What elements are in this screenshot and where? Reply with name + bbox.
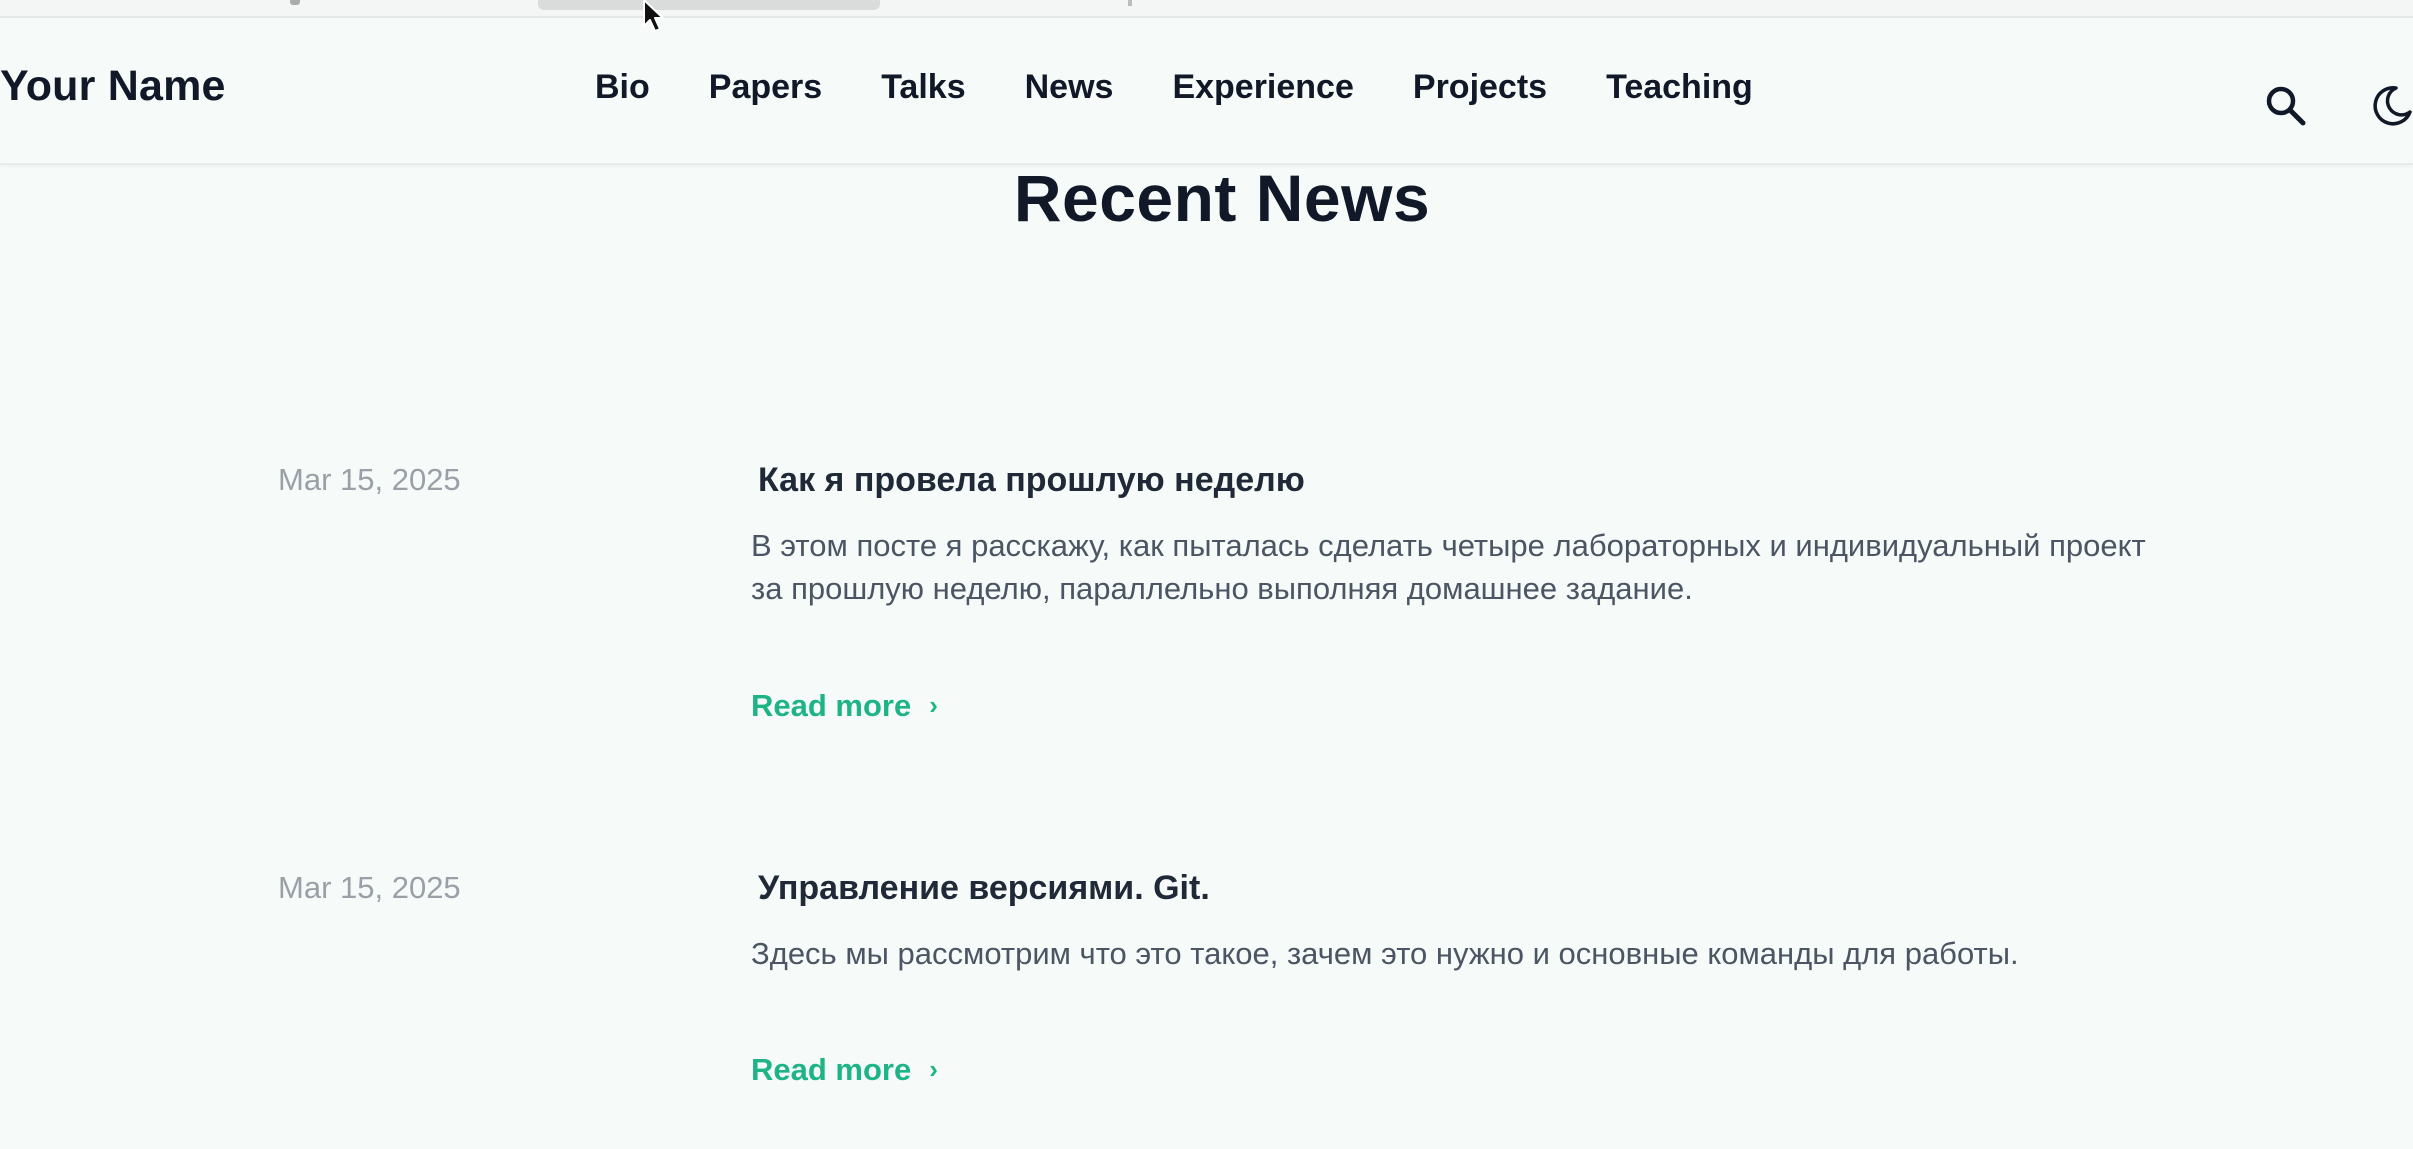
nav-experience[interactable]: Experience <box>1172 68 1353 107</box>
chevron-right-icon: › <box>929 690 938 720</box>
tab-indicator-small <box>1128 0 1132 6</box>
nav-teaching[interactable]: Teaching <box>1606 68 1753 107</box>
read-more-link[interactable]: Read more › <box>751 688 938 724</box>
site-header: Your Name Bio Papers Talks News Experien… <box>0 18 2413 165</box>
read-more-label: Read more <box>751 1052 912 1087</box>
news-summary: В этом посте я расскажу, как пыталась сд… <box>751 528 2146 606</box>
search-icon <box>2266 86 2306 126</box>
moon-icon <box>2373 86 2412 126</box>
nav-bio[interactable]: Bio <box>595 68 650 107</box>
nav-papers[interactable]: Papers <box>709 68 822 107</box>
page-title: Recent News <box>1013 161 1431 235</box>
nav-talks[interactable]: Talks <box>881 68 965 107</box>
tab-indicator <box>290 0 300 5</box>
news-title[interactable]: Как я провела прошлую неделю <box>758 461 1305 500</box>
read-more-link[interactable]: Read more › <box>751 1052 938 1088</box>
search-button[interactable] <box>2264 84 2308 128</box>
news-summary: Здесь мы рассмотрим что это такое, зачем… <box>751 936 2019 971</box>
nav-projects[interactable]: Projects <box>1413 68 1547 107</box>
nav-news[interactable]: News <box>1025 68 1114 107</box>
url-highlight <box>538 0 880 10</box>
chevron-right-icon: › <box>929 1054 938 1084</box>
news-date: Mar 15, 2025 <box>278 462 461 497</box>
news-date: Mar 15, 2025 <box>278 870 461 905</box>
theme-toggle-button[interactable] <box>2370 84 2413 128</box>
read-more-label: Read more <box>751 688 912 723</box>
mouse-cursor-icon <box>643 0 664 32</box>
news-title[interactable]: Управление версиями. Git. <box>758 869 1210 908</box>
site-brand[interactable]: Your Name <box>0 62 226 111</box>
main-nav: Bio Papers Talks News Experience Project… <box>595 68 1812 107</box>
browser-top-strip <box>0 0 2413 18</box>
